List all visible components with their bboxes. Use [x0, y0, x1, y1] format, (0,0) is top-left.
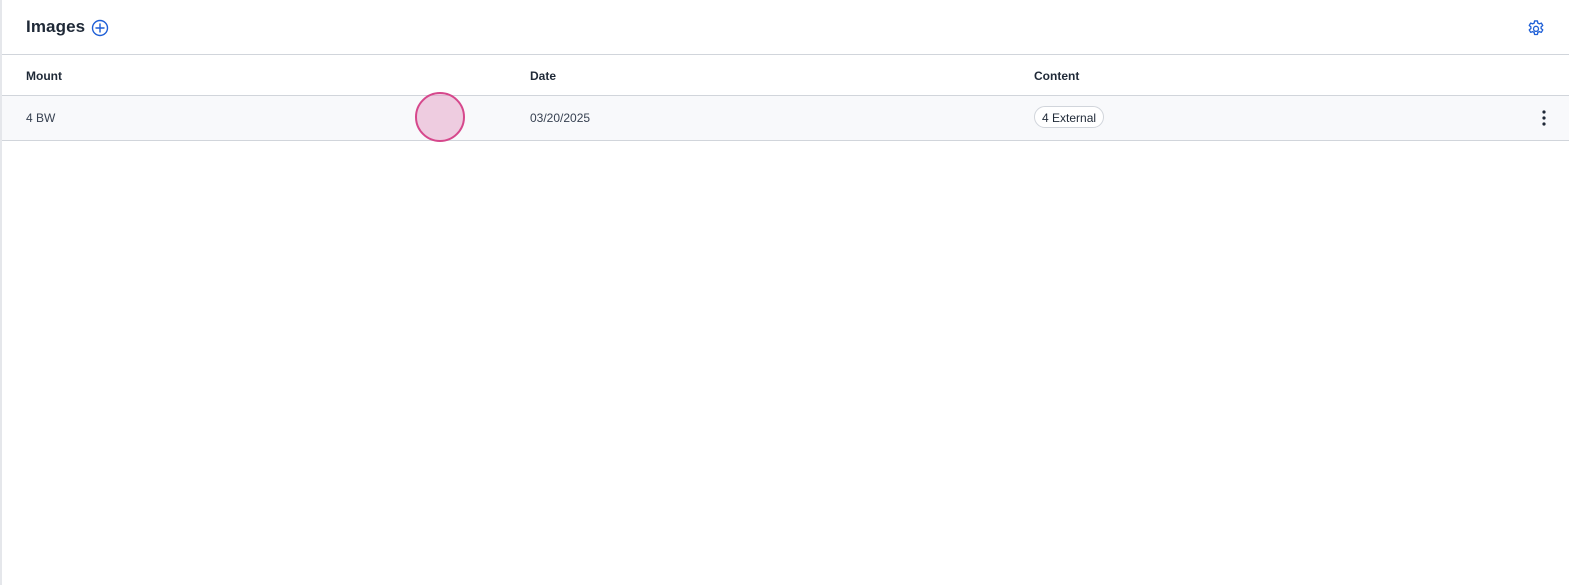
- cell-date: 03/20/2025: [530, 111, 591, 125]
- page-title: Images: [26, 17, 86, 36]
- add-image-button[interactable]: [91, 19, 109, 37]
- column-header-content[interactable]: Content: [1034, 69, 1079, 83]
- table-row[interactable]: 4 BW 03/20/2025 4 External: [2, 96, 1569, 141]
- plus-circle-icon: [91, 19, 109, 37]
- settings-button[interactable]: [1526, 18, 1546, 38]
- gear-icon: [1528, 20, 1544, 36]
- panel-header: Images: [2, 0, 1569, 55]
- content-badge: 4 External: [1034, 106, 1105, 128]
- table-header: Mount Date Content: [2, 56, 1569, 96]
- column-header-mount[interactable]: Mount: [26, 69, 62, 83]
- row-menu-button[interactable]: [1535, 107, 1553, 129]
- images-panel: Images Mount Date Content 4 BW 03/20/202…: [0, 0, 1569, 585]
- column-header-date[interactable]: Date: [530, 69, 556, 83]
- cell-mount: 4 BW: [26, 111, 56, 125]
- click-indicator: [415, 92, 465, 142]
- kebab-menu-icon: [1542, 110, 1546, 126]
